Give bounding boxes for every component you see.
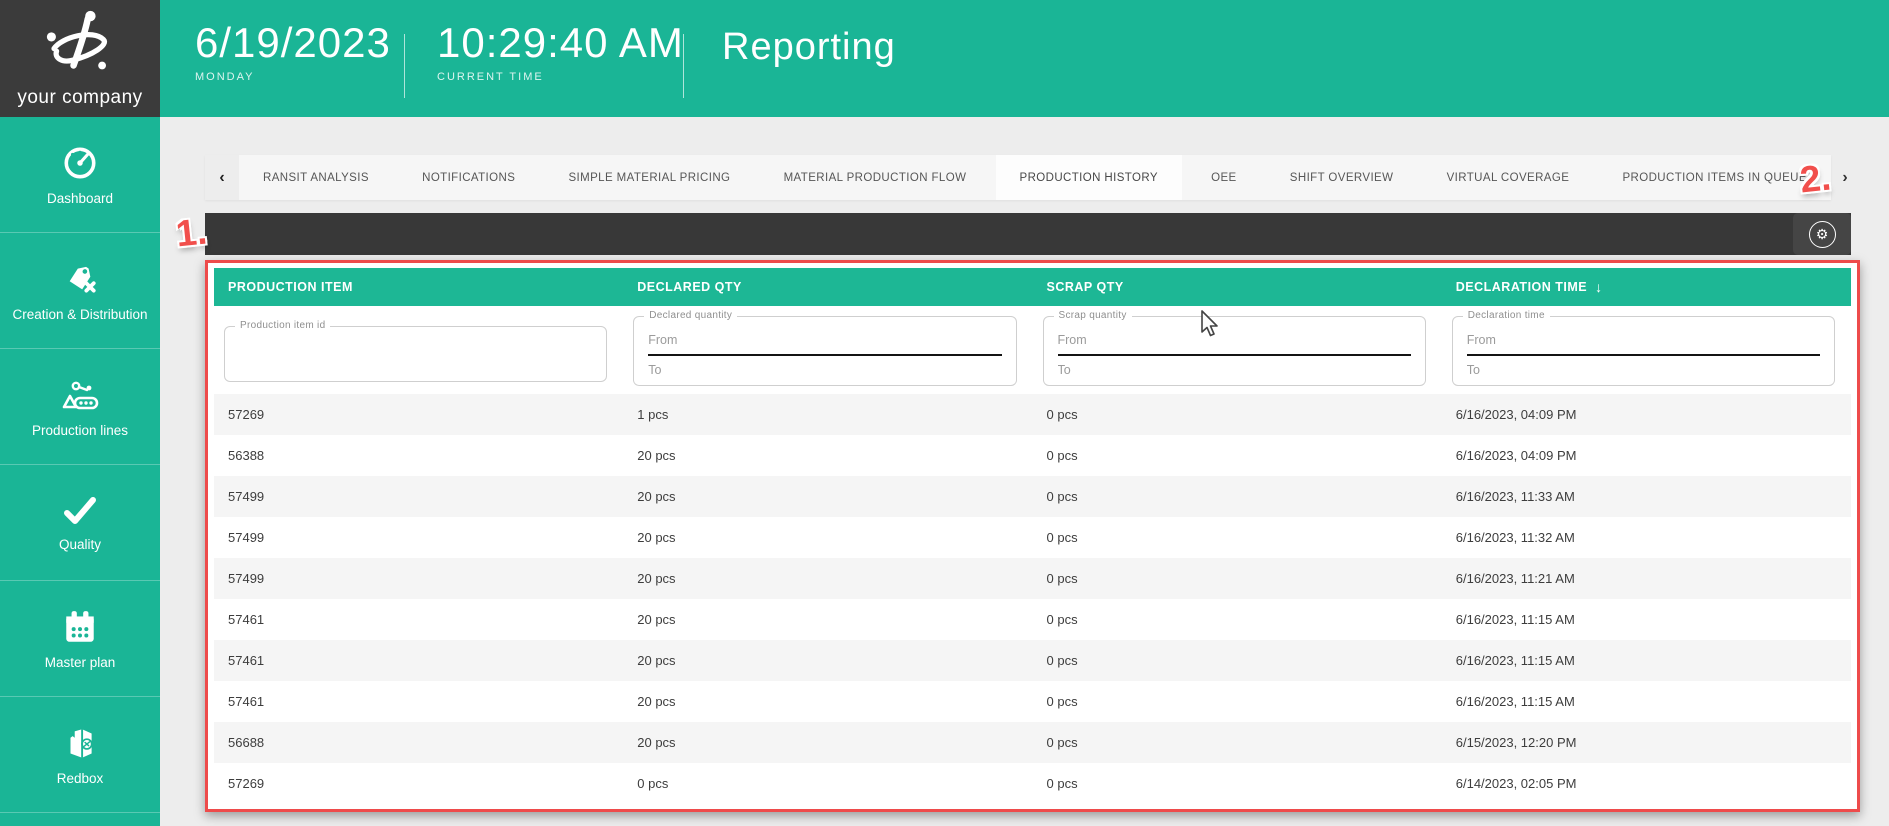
chevron-left-icon: ‹: [219, 169, 224, 187]
sidebar-item-label: Quality: [59, 537, 101, 552]
gear-icon: ⚙: [1809, 221, 1836, 248]
sidebar-item-label: Redbox: [57, 771, 104, 786]
column-header-scrap-qty[interactable]: SCRAP QTY: [1033, 268, 1442, 306]
column-header-declared-qty[interactable]: DECLARED QTY: [623, 268, 1032, 306]
production-item-filter-box: Production item id: [224, 326, 607, 382]
filter-cell-production-item: Production item id: [214, 306, 623, 394]
tag-x-icon: [61, 260, 99, 298]
company-logo-text: your company: [17, 87, 142, 109]
sidebar-item-label: Production lines: [32, 423, 128, 438]
report-tab-strip: ‹ RANSIT ANALYSIS NOTIFICATIONS SIMPLE M…: [205, 155, 1831, 200]
sidebar-item-creation-distribution[interactable]: Creation & Distribution: [0, 233, 160, 349]
table-row[interactable]: 57461 20 pcs 0 pcs 6/16/2023, 11:15 AM: [214, 681, 1851, 722]
tab-production-history[interactable]: PRODUCTION HISTORY: [996, 155, 1182, 200]
tab-notifications[interactable]: NOTIFICATIONS: [398, 155, 539, 200]
tab-oee[interactable]: OEE: [1187, 155, 1261, 200]
declaration-time-from-input[interactable]: [1467, 331, 1820, 356]
tab-transit-analysis[interactable]: RANSIT ANALYSIS: [239, 155, 393, 200]
column-header-production-item[interactable]: PRODUCTION ITEM: [214, 268, 623, 306]
declaration-time-filter-box: Declaration time: [1452, 316, 1835, 386]
annotation-step-1: 1.: [174, 211, 209, 256]
table-row[interactable]: 57461 20 pcs 0 pcs 6/16/2023, 11:15 AM: [214, 599, 1851, 640]
chevron-right-icon: ›: [1842, 169, 1847, 187]
column-header-declaration-time[interactable]: DECLARATION TIME ↓: [1442, 268, 1851, 306]
sort-desc-arrow-icon: ↓: [1595, 279, 1603, 295]
header-divider: [683, 34, 684, 98]
header-time-block: 10:29:40 AM CURRENT TIME: [437, 21, 684, 83]
conveyor-icon: [60, 376, 100, 414]
tabs-container: RANSIT ANALYSIS NOTIFICATIONS SIMPLE MAT…: [239, 155, 1831, 200]
table-row[interactable]: 57499 20 pcs 0 pcs 6/16/2023, 11:33 AM: [214, 476, 1851, 517]
table-row[interactable]: 57269 0 pcs 0 pcs 6/14/2023, 02:05 PM: [214, 763, 1851, 804]
company-logo-icon: [41, 8, 119, 84]
sidebar-item-production-lines[interactable]: Production lines: [0, 349, 160, 465]
table-row[interactable]: 57499 20 pcs 0 pcs 6/16/2023, 11:21 AM: [214, 558, 1851, 599]
header-date-label: MONDAY: [195, 71, 391, 83]
report-toolbar: ⚙: [205, 213, 1851, 255]
tab-shift-overview[interactable]: SHIFT OVERVIEW: [1266, 155, 1418, 200]
tabs-scroll-left-button[interactable]: ‹: [205, 155, 239, 200]
header-divider: [404, 34, 405, 98]
tab-simple-material-pricing[interactable]: SIMPLE MATERIAL PRICING: [544, 155, 754, 200]
page-title: Reporting: [722, 26, 896, 69]
declared-qty-filter-label: Declared quantity: [644, 310, 737, 321]
table-body: 57269 1 pcs 0 pcs 6/16/2023, 04:09 PM 56…: [214, 394, 1851, 804]
sidebar-item-label: Creation & Distribution: [12, 307, 147, 322]
settings-button[interactable]: ⚙: [1793, 213, 1851, 255]
table-row[interactable]: 56388 20 pcs 0 pcs 6/16/2023, 04:09 PM: [214, 435, 1851, 476]
tab-production-items-in-queue[interactable]: PRODUCTION ITEMS IN QUEUE: [1598, 155, 1830, 200]
header-time: 10:29:40 AM: [437, 21, 684, 65]
scrap-qty-filter-box: Scrap quantity: [1043, 316, 1426, 386]
sidebar-item-master-plan[interactable]: Master plan: [0, 581, 160, 697]
top-header-bar: your company 6/19/2023 MONDAY 10:29:40 A…: [0, 0, 1889, 117]
declaration-time-to-input[interactable]: [1467, 356, 1820, 377]
table-row[interactable]: 57269 1 pcs 0 pcs 6/16/2023, 04:09 PM: [214, 394, 1851, 435]
check-icon: [60, 494, 100, 528]
declared-qty-to-input[interactable]: [648, 356, 1001, 377]
tabs-scroll-right-button[interactable]: ›: [1832, 155, 1858, 200]
calendar-icon: [61, 608, 99, 646]
table-row[interactable]: 56688 20 pcs 0 pcs 6/15/2023, 12:20 PM: [214, 722, 1851, 763]
scrap-qty-from-input[interactable]: [1058, 331, 1411, 356]
table-row[interactable]: 57499 20 pcs 0 pcs 6/16/2023, 11:32 AM: [214, 517, 1851, 558]
company-logo[interactable]: your company: [0, 0, 160, 117]
filter-cell-declaration-time: Declaration time: [1442, 306, 1851, 394]
sidebar-item-quality[interactable]: Quality: [0, 465, 160, 581]
scrap-qty-filter-label: Scrap quantity: [1054, 310, 1132, 321]
header-time-label: CURRENT TIME: [437, 71, 684, 83]
sidebar-item-label: Dashboard: [47, 191, 113, 206]
sidebar-item-label: Master plan: [45, 655, 116, 670]
tab-virtual-coverage[interactable]: VIRTUAL COVERAGE: [1423, 155, 1594, 200]
declaration-time-filter-label: Declaration time: [1463, 310, 1550, 321]
declared-qty-filter-box: Declared quantity: [633, 316, 1016, 386]
table-filter-row: Production item id Declared quantity Scr…: [214, 306, 1851, 394]
app-root: your company 6/19/2023 MONDAY 10:29:40 A…: [0, 0, 1889, 826]
table-row[interactable]: 57461 20 pcs 0 pcs 6/16/2023, 11:15 AM: [214, 640, 1851, 681]
sidebar: Dashboard Creation & Distribution Produc…: [0, 117, 160, 826]
production-item-filter-label: Production item id: [235, 320, 330, 331]
production-item-id-input[interactable]: [239, 341, 592, 355]
production-history-table: PRODUCTION ITEM DECLARED QTY SCRAP QTY D…: [205, 260, 1860, 812]
scrap-qty-to-input[interactable]: [1058, 356, 1411, 377]
sidebar-item-dashboard[interactable]: Dashboard: [0, 117, 160, 233]
header-date: 6/19/2023: [195, 21, 391, 65]
filter-cell-declared-qty: Declared quantity: [623, 306, 1032, 394]
header-date-block: 6/19/2023 MONDAY: [195, 21, 391, 83]
sidebar-item-redbox[interactable]: Redbox: [0, 697, 160, 813]
box-icon: [61, 724, 99, 762]
declared-qty-from-input[interactable]: [648, 331, 1001, 356]
filter-cell-scrap-qty: Scrap quantity: [1033, 306, 1442, 394]
gauge-icon: [61, 144, 99, 182]
tab-material-production-flow[interactable]: MATERIAL PRODUCTION FLOW: [760, 155, 991, 200]
table-header-row: PRODUCTION ITEM DECLARED QTY SCRAP QTY D…: [214, 268, 1851, 306]
